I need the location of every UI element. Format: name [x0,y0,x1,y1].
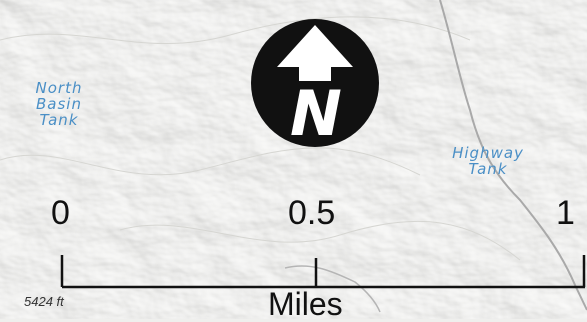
highway-tank-line2: Tank [468,160,508,178]
highway-tank-line1: Highway [452,144,524,162]
north-basin-tank-label: North Basin Tank [28,80,90,128]
north-basin-tank-line3: Tank [39,111,79,129]
highway-tank-label: Highway Tank [436,145,540,177]
north-basin-tank-line2: Basin [36,95,82,113]
north-arrow-icon: N [251,19,379,149]
scale-unit-label: Miles [268,286,343,322]
scale-label-1: 1 [556,194,575,232]
elevation-label: 5424 ft [24,294,64,309]
scale-label-0: 0 [51,194,70,232]
north-letter: N [290,77,342,149]
scale-label-half: 0.5 [288,194,336,232]
north-basin-tank-line1: North [35,79,83,97]
